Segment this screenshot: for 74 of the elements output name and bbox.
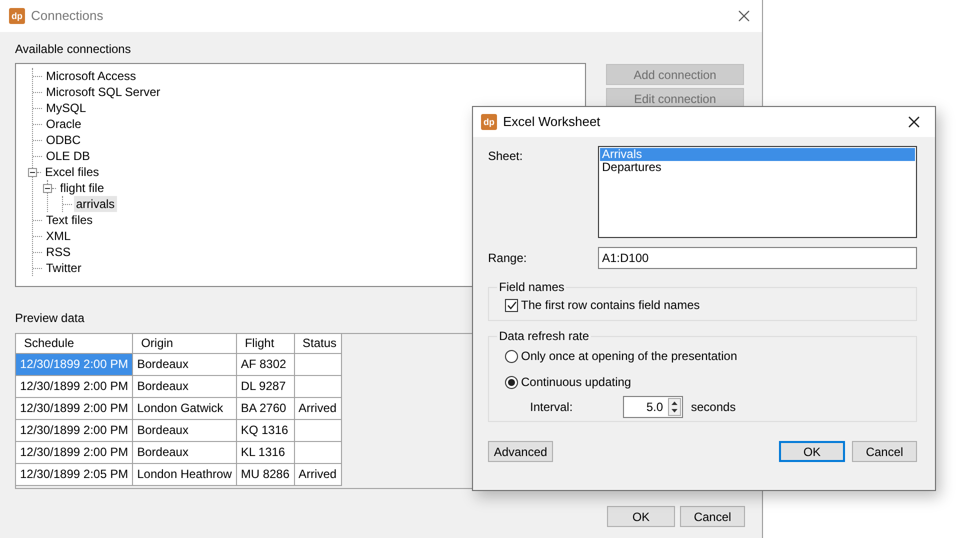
table-cell: KQ 1316 bbox=[236, 419, 294, 441]
app-logo: dp bbox=[481, 114, 497, 130]
table-cell: 12/30/1899 2:00 PM bbox=[16, 419, 133, 441]
section-label: Available connections bbox=[15, 41, 132, 58]
checkbox[interactable] bbox=[505, 298, 518, 312]
tree-item[interactable]: Excel files bbox=[43, 164, 102, 180]
spin-arrows-icon[interactable] bbox=[668, 398, 681, 416]
field-names-checkbox[interactable]: The first row contains field names bbox=[505, 296, 901, 314]
table-cell: 12/30/1899 2:00 PM bbox=[16, 353, 133, 375]
radio-label: Only once at opening of the presentation bbox=[521, 348, 738, 365]
table-cell: London Heathrow bbox=[132, 463, 236, 485]
tree-item[interactable]: MySQL bbox=[44, 100, 88, 116]
app-logo: dp bbox=[9, 8, 25, 24]
close-button[interactable] bbox=[738, 10, 750, 22]
dialog-button[interactable]: Cancel bbox=[852, 441, 917, 462]
list-item[interactable]: Departures bbox=[600, 161, 915, 174]
tree-item[interactable]: XML bbox=[44, 228, 73, 244]
table-cell: 12/30/1899 2:00 PM bbox=[16, 397, 133, 419]
range-field[interactable]: A1:D100 bbox=[598, 247, 917, 269]
column-header[interactable]: Flight bbox=[236, 334, 294, 353]
table-cell: 12/30/1899 2:05 PM bbox=[16, 463, 133, 485]
group-title: Data refresh rate bbox=[498, 329, 590, 343]
table-cell: MU 8286 bbox=[236, 463, 294, 485]
field-label: Sheet: bbox=[488, 148, 524, 165]
checkbox-label: The first row contains field names bbox=[521, 297, 700, 314]
table-cell: KL 1316 bbox=[236, 441, 294, 463]
column-header[interactable]: Origin bbox=[132, 334, 236, 353]
table-cell: Arrived bbox=[294, 463, 342, 485]
tree-item[interactable]: arrivals bbox=[74, 196, 117, 212]
column-header[interactable]: Status bbox=[294, 334, 342, 353]
table-cell: Bordeaux bbox=[132, 353, 236, 375]
collapse-icon[interactable] bbox=[28, 168, 37, 176]
close-button[interactable] bbox=[908, 116, 920, 128]
section-label: Preview data bbox=[15, 310, 86, 327]
group-title: Field names bbox=[498, 280, 566, 294]
table-cell: Bordeaux bbox=[132, 441, 236, 463]
tree-item[interactable]: Microsoft Access bbox=[44, 68, 138, 84]
table-cell: BA 2760 bbox=[236, 397, 294, 419]
column-header[interactable]: Schedule bbox=[16, 334, 133, 353]
table-cell: Arrived bbox=[294, 397, 342, 419]
table-cell: DL 9287 bbox=[236, 375, 294, 397]
radio-label: Continuous updating bbox=[521, 374, 632, 391]
tree-item[interactable]: Microsoft SQL Server bbox=[44, 84, 162, 100]
radio-button[interactable] bbox=[505, 376, 518, 388]
dialog-button[interactable]: OK bbox=[779, 441, 845, 462]
dialog-button[interactable]: Cancel bbox=[680, 506, 745, 527]
field-label: Range: bbox=[488, 250, 528, 267]
close-icon bbox=[908, 116, 920, 128]
tree-item[interactable]: OLE DB bbox=[44, 148, 92, 164]
tree-item[interactable]: Twitter bbox=[44, 260, 84, 276]
tree-item[interactable]: flight file bbox=[58, 180, 106, 196]
dialog-button[interactable]: OK bbox=[607, 506, 675, 527]
table-cell: 12/30/1899 2:00 PM bbox=[16, 441, 133, 463]
table-cell: AF 8302 bbox=[236, 353, 294, 375]
table-cell bbox=[294, 441, 342, 463]
field-label: Interval: bbox=[530, 399, 574, 416]
dialog-title: Excel Worksheet bbox=[503, 113, 600, 132]
window-title: Connections bbox=[31, 7, 104, 26]
tree-item[interactable]: ODBC bbox=[44, 132, 83, 148]
table-cell: Bordeaux bbox=[132, 419, 236, 441]
radio-button[interactable] bbox=[505, 350, 518, 362]
table-cell: London Gatwick bbox=[132, 397, 236, 419]
table-cell: Bordeaux bbox=[132, 375, 236, 397]
tree-item[interactable]: RSS bbox=[44, 244, 73, 260]
table-cell: 12/30/1899 2:00 PM bbox=[16, 375, 133, 397]
unit-label: seconds bbox=[691, 399, 736, 416]
close-icon bbox=[738, 10, 750, 22]
table-cell bbox=[294, 419, 342, 441]
tree-item[interactable]: Oracle bbox=[44, 116, 84, 132]
table-cell bbox=[294, 375, 342, 397]
collapse-icon[interactable] bbox=[43, 184, 52, 192]
table-cell bbox=[294, 353, 342, 375]
advanced-button[interactable]: Advanced bbox=[488, 441, 553, 462]
tree-item[interactable]: Text files bbox=[44, 212, 95, 228]
